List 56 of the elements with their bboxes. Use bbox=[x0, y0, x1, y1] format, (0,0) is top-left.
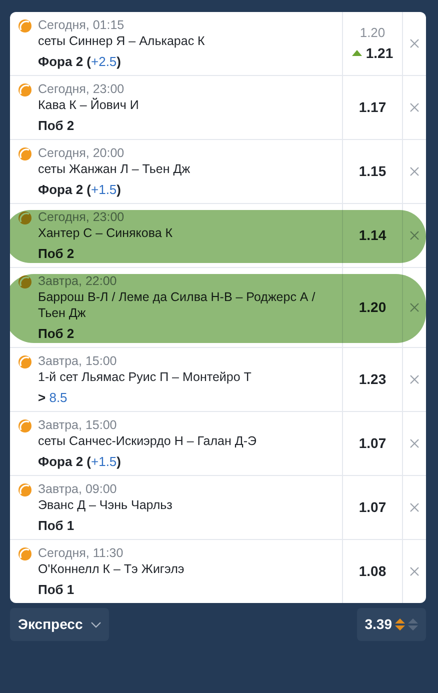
event-name: Хантер С – Синякова К bbox=[38, 225, 173, 241]
close-icon[interactable] bbox=[410, 103, 419, 112]
close-icon[interactable] bbox=[410, 39, 419, 48]
bet-pick: Поб 2 bbox=[38, 117, 76, 134]
event-time: Завтра, 09:00 bbox=[38, 481, 118, 497]
odds-value: 1.20 bbox=[358, 298, 386, 317]
close-icon[interactable] bbox=[410, 167, 419, 176]
event-time: Завтра, 15:00 bbox=[38, 353, 118, 369]
odds-value: 1.07 bbox=[358, 434, 386, 453]
event-name: 1-й сет Льямас Руис П – Монтейро Т bbox=[38, 369, 252, 385]
event-name: сеты Синнер Я – Алькарас К bbox=[38, 33, 205, 49]
event-time: Завтра, 22:00 bbox=[38, 273, 118, 289]
total-odds: 3.39 bbox=[364, 615, 392, 634]
bet-pick: Поб 2 bbox=[38, 245, 76, 262]
bet-pick: Поб 1 bbox=[38, 581, 76, 598]
close-icon[interactable] bbox=[410, 503, 419, 512]
event-time: Завтра, 15:00 bbox=[38, 417, 118, 433]
event-time: Сегодня, 01:15 bbox=[38, 17, 126, 33]
event-name: Кава К – Йович И bbox=[38, 97, 139, 113]
event-time: Сегодня, 11:30 bbox=[38, 545, 124, 561]
tennis-ball-icon bbox=[18, 355, 32, 369]
bet-type-dropdown[interactable]: Экспресс bbox=[10, 608, 109, 641]
bet-pick: Поб 1 bbox=[38, 517, 76, 534]
odds-value: 1.15 bbox=[358, 162, 386, 181]
bet-pick: Поб 2 bbox=[38, 325, 76, 342]
tennis-ball-icon bbox=[18, 83, 32, 97]
event-time: Сегодня, 20:00 bbox=[38, 145, 126, 161]
close-icon[interactable] bbox=[410, 439, 419, 448]
event-name: сеты Санчес-Искиэрдо Н – Галан Д-Э bbox=[38, 433, 256, 449]
bet-pick: Фора 2 (+1.5) bbox=[38, 181, 122, 198]
event-name: Баррош В-Л / Леме да Силва Н-В – Роджерс А / Тьен Дж bbox=[38, 289, 316, 321]
odds-value: 1.17 bbox=[358, 98, 386, 117]
event-time: Сегодня, 23:00 bbox=[38, 81, 126, 97]
odds-value: 1.08 bbox=[358, 562, 386, 581]
tennis-ball-icon bbox=[18, 147, 32, 161]
event-name: сеты Жанжан Л – Тьен Дж bbox=[38, 161, 190, 177]
sort-arrows-icon[interactable] bbox=[408, 618, 418, 631]
event-time: Сегодня, 23:00 bbox=[38, 209, 126, 225]
bet-pick: > 8.5 bbox=[38, 389, 68, 406]
odds-value: 1.23 bbox=[358, 370, 386, 389]
tennis-ball-icon bbox=[18, 419, 32, 433]
previous-odds: 1.20 bbox=[360, 24, 386, 42]
bet-pick: Фора 2 (+2.5) bbox=[38, 53, 122, 70]
close-icon[interactable] bbox=[410, 375, 419, 384]
bet-pick: Фора 2 (+1.5) bbox=[38, 453, 122, 470]
event-name: Эванс Д – Чэнь Чарльз bbox=[38, 497, 172, 513]
chevron-down-icon bbox=[90, 622, 101, 628]
odds-value: 1.21 bbox=[366, 44, 394, 63]
odds-value: 1.07 bbox=[358, 498, 386, 517]
sort-arrows-icon[interactable] bbox=[395, 618, 405, 631]
close-icon[interactable] bbox=[410, 567, 419, 576]
event-name: О'Коннелл К – Тэ Жигэлэ bbox=[38, 561, 184, 577]
tennis-ball-icon bbox=[18, 547, 32, 561]
tennis-ball-icon bbox=[18, 19, 32, 33]
tennis-ball-icon bbox=[18, 483, 32, 497]
odds-value: 1.14 bbox=[358, 226, 386, 245]
